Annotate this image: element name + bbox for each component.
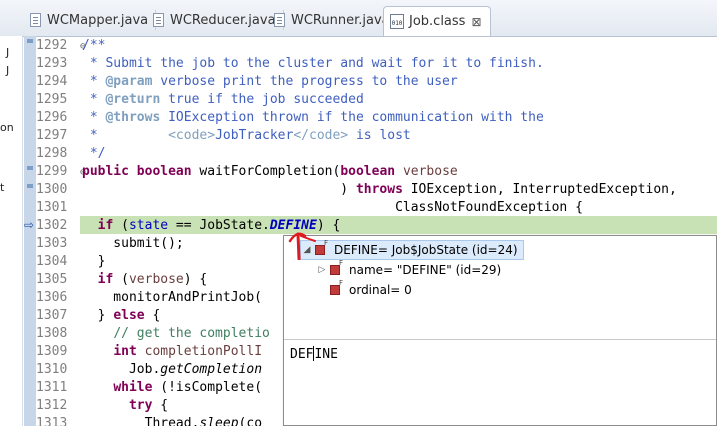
line-number: 1307 <box>36 308 68 323</box>
line-number: 1297 <box>36 128 68 143</box>
code-line[interactable]: * <code>JobTracker</code> is lost <box>82 127 717 145</box>
tab-label: Job.class <box>409 14 466 29</box>
code-line[interactable]: * @return true if the job succeeded <box>82 91 717 109</box>
line-number: 1298 <box>36 146 68 161</box>
red-arrow-annotation <box>288 232 316 260</box>
line-number: 1310 <box>36 362 68 377</box>
java-file-icon <box>274 13 285 27</box>
eclipse-editor: WCMapper.java WCReducer.java WCRunner.ja… <box>0 0 717 426</box>
variable-tree[interactable]: ◢ DEFINE= Job$JobState (id=24) ▷ name= "… <box>284 236 716 336</box>
code-line[interactable]: ) throws IOException, InterruptedExcepti… <box>82 181 717 199</box>
line-number: 1299 ⊖ <box>36 163 86 181</box>
java-file-icon <box>153 13 164 27</box>
editor-tab-bar: WCMapper.java WCReducer.java WCRunner.ja… <box>0 0 717 37</box>
popup-divider[interactable] <box>284 339 716 340</box>
code-line[interactable]: * @throws IOException thrown if the comm… <box>82 109 717 127</box>
line-number: 1311 <box>36 380 68 395</box>
field-icon <box>330 259 343 275</box>
java-file-icon <box>30 13 41 27</box>
tab-label: WCMapper.java <box>47 12 149 28</box>
line-number: 1313 <box>36 416 68 426</box>
close-tab-icon[interactable]: ⊠ <box>471 15 481 29</box>
tree-root-row[interactable]: ◢ DEFINE= Job$JobState (id=24) <box>300 239 524 260</box>
code-line[interactable]: * @param verbose print the progress to t… <box>82 73 717 91</box>
variable-label: DEFINE= Job$JobState (id=24) <box>334 243 518 257</box>
line-number: 1296 <box>36 110 68 125</box>
code-line-current[interactable]: if (state == JobState.DEFINE) { <box>82 217 717 235</box>
tab-job-class[interactable]: 010 Job.class ⊠ <box>383 6 491 36</box>
line-number: 1301 <box>36 200 68 215</box>
line-number: 1309 <box>36 344 68 359</box>
line-number: 1295 <box>36 92 68 107</box>
line-number: 1306 <box>36 290 68 305</box>
line-number: 1305 <box>36 272 68 287</box>
tab-label: WCRunner.java <box>291 12 390 28</box>
tab-wcreducer[interactable]: WCReducer.java <box>153 8 284 32</box>
line-number: 1303 <box>36 236 68 251</box>
variable-label: ordinal= 0 <box>349 283 412 297</box>
variable-label: name= "DEFINE" (id=29) <box>349 263 502 277</box>
instruction-pointer-icon: ⇨ <box>24 218 35 232</box>
tab-label: WCReducer.java <box>170 12 276 28</box>
code-line[interactable]: */ <box>82 145 717 163</box>
line-number: 1308 <box>36 326 68 341</box>
line-number: 1293 <box>36 56 68 71</box>
expand-icon[interactable]: ▷ <box>316 265 328 275</box>
line-number: 1304 <box>36 254 68 269</box>
tree-child-row[interactable]: ordinal= 0 <box>328 279 412 299</box>
tree-child-row[interactable]: ▷ name= "DEFINE" (id=29) <box>316 259 502 279</box>
code-line[interactable]: ClassNotFoundException { <box>82 199 717 217</box>
code-line[interactable]: * Submit the job to the cluster and wait… <box>82 55 717 73</box>
class-file-icon: 010 <box>390 14 404 29</box>
code-line[interactable]: /** <box>82 37 717 55</box>
line-number: 1300 <box>36 182 68 197</box>
line-number: 1302 <box>36 218 68 233</box>
variable-inspect-popup[interactable]: ◢ DEFINE= Job$JobState (id=24) ▷ name= "… <box>283 235 717 426</box>
tab-wcrunner[interactable]: WCRunner.java <box>274 8 390 32</box>
line-number: 1292 ⊖ <box>36 37 86 55</box>
code-line[interactable]: public boolean waitForCompletion(boolean… <box>82 163 717 181</box>
field-icon <box>330 279 343 295</box>
tab-wcmapper[interactable]: WCMapper.java <box>30 8 157 32</box>
left-panel-fragment: J J on t <box>0 36 23 426</box>
line-number: 1294 <box>36 74 68 89</box>
value-detail-pane[interactable]: DEFINE <box>290 346 338 362</box>
line-number: 1312 <box>36 398 68 413</box>
